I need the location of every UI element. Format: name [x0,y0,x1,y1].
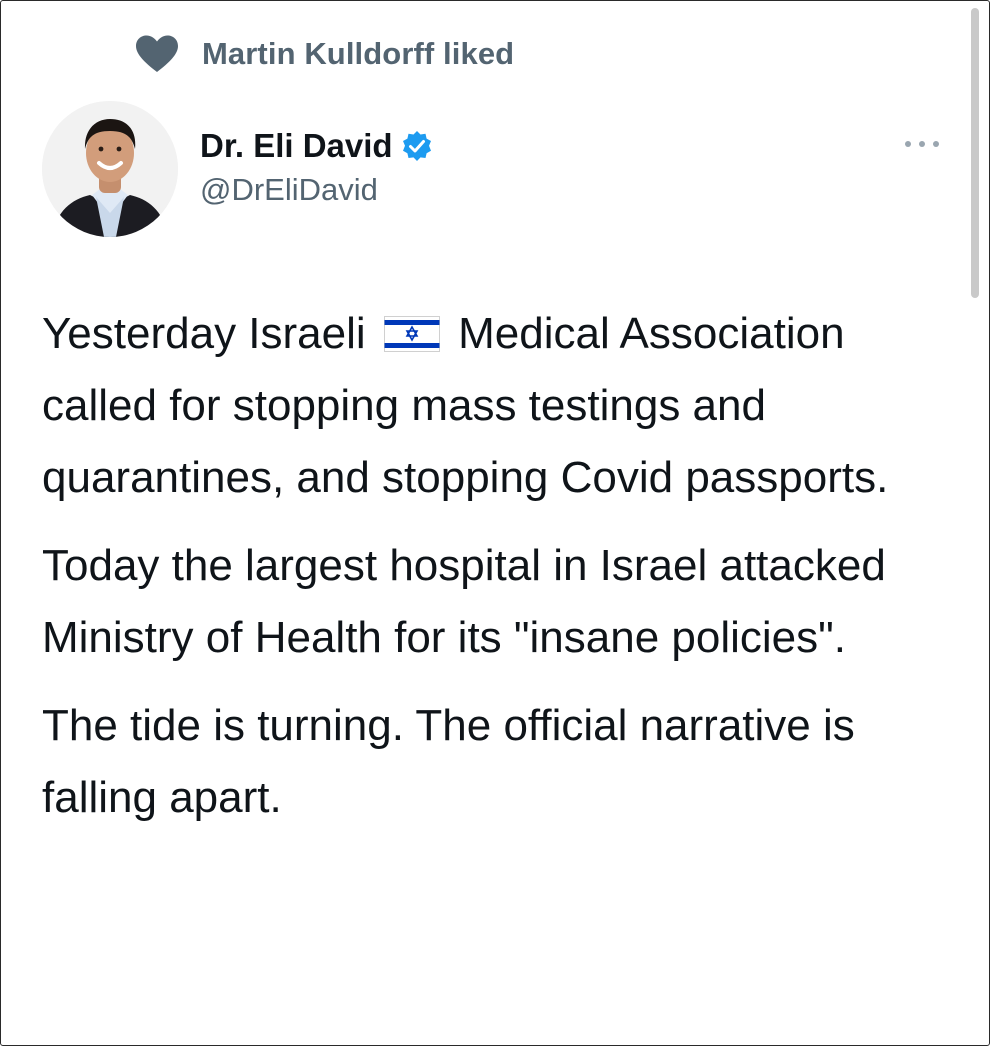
avatar[interactable] [42,101,178,237]
author-name[interactable]: Dr. Eli David [200,127,393,165]
tweet-paragraph-2: Today the largest hospital in Israel att… [42,541,886,662]
more-options-icon[interactable] [902,136,942,152]
tweet-paragraph-3: The tide is turning. The official narrat… [42,701,855,822]
author-name-row[interactable]: Dr. Eli David [200,122,433,170]
verified-badge-icon [401,130,433,162]
tweet-text-segment: Yesterday Israeli [42,309,366,358]
heart-icon [134,34,180,74]
israel-flag-icon [383,302,440,352]
social-context[interactable]: Martin Kulldorff liked [134,34,514,74]
author-handle[interactable]: @DrEliDavid [200,172,378,208]
scrollbar-thumb[interactable] [971,8,979,298]
tweet-text: Yesterday Israeli Medical Association ca… [42,298,962,850]
tweet-paragraph-1: Yesterday Israeli Medical Association ca… [42,298,962,514]
liked-by-text: Martin Kulldorff liked [202,36,515,71]
